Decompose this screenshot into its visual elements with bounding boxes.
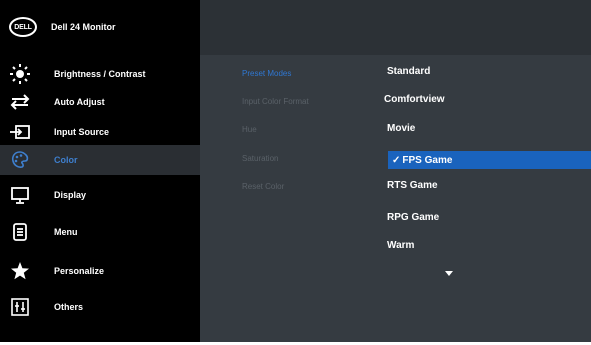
color-palette-icon: [8, 149, 32, 171]
preset-mode-rpg-game[interactable]: RPG Game: [387, 212, 439, 223]
sidebar-item-color[interactable]: Color: [0, 145, 200, 175]
auto-adjust-icon: [8, 91, 32, 113]
sidebar-item-others[interactable]: Others: [0, 292, 200, 322]
sidebar-item-menu[interactable]: Menu: [0, 217, 200, 247]
preset-mode-fps-game-selected[interactable]: ✓ FPS Game: [388, 151, 591, 169]
option-saturation[interactable]: Saturation: [242, 154, 278, 163]
brightness-icon: [8, 63, 32, 85]
sidebar-item-label: Display: [54, 190, 87, 200]
scroll-down-arrow-icon[interactable]: [445, 271, 453, 276]
sidebar: DELL Dell 24 Monitor Brightness / Contra…: [0, 0, 200, 342]
preset-mode-rts-game[interactable]: RTS Game: [387, 180, 438, 191]
star-icon: [8, 260, 32, 282]
sidebar-item-label: Menu: [54, 227, 78, 237]
sidebar-item-brightness-contrast[interactable]: Brightness / Contrast: [0, 59, 200, 89]
sidebar-item-label: Color: [54, 155, 78, 165]
osd-window: DELL Dell 24 Monitor Brightness / Contra…: [0, 0, 591, 342]
dell-logo: DELL: [9, 17, 37, 37]
option-preset-modes[interactable]: Preset Modes: [242, 69, 291, 78]
preset-mode-movie[interactable]: Movie: [387, 123, 415, 134]
header-band: [200, 0, 591, 55]
display-icon: [8, 184, 32, 206]
sidebar-item-label: Personalize: [54, 266, 105, 276]
sidebar-item-label: Brightness / Contrast: [54, 69, 146, 79]
sidebar-item-label: Others: [54, 302, 84, 312]
input-source-icon: [8, 121, 32, 143]
others-icon: [8, 296, 32, 318]
checkmark-icon: ✓: [392, 154, 401, 166]
sidebar-item-display[interactable]: Display: [0, 180, 200, 210]
option-reset-color[interactable]: Reset Color: [242, 182, 284, 191]
preset-mode-warm[interactable]: Warm: [387, 240, 414, 251]
sidebar-item-label: Auto Adjust: [54, 97, 105, 107]
preset-mode-comfortview[interactable]: Comfortview: [384, 94, 445, 105]
option-hue[interactable]: Hue: [242, 125, 257, 134]
sidebar-item-input-source[interactable]: Input Source: [0, 117, 200, 147]
sidebar-item-label: Input Source: [54, 127, 110, 137]
preset-mode-standard[interactable]: Standard: [387, 66, 430, 77]
sidebar-item-auto-adjust[interactable]: Auto Adjust: [0, 87, 200, 117]
option-input-color-format[interactable]: Input Color Format: [242, 97, 309, 106]
monitor-model-title: Dell 24 Monitor: [51, 22, 116, 32]
menu-icon: [8, 221, 32, 243]
preset-mode-label: FPS Game: [402, 154, 453, 166]
sidebar-item-personalize[interactable]: Personalize: [0, 256, 200, 286]
